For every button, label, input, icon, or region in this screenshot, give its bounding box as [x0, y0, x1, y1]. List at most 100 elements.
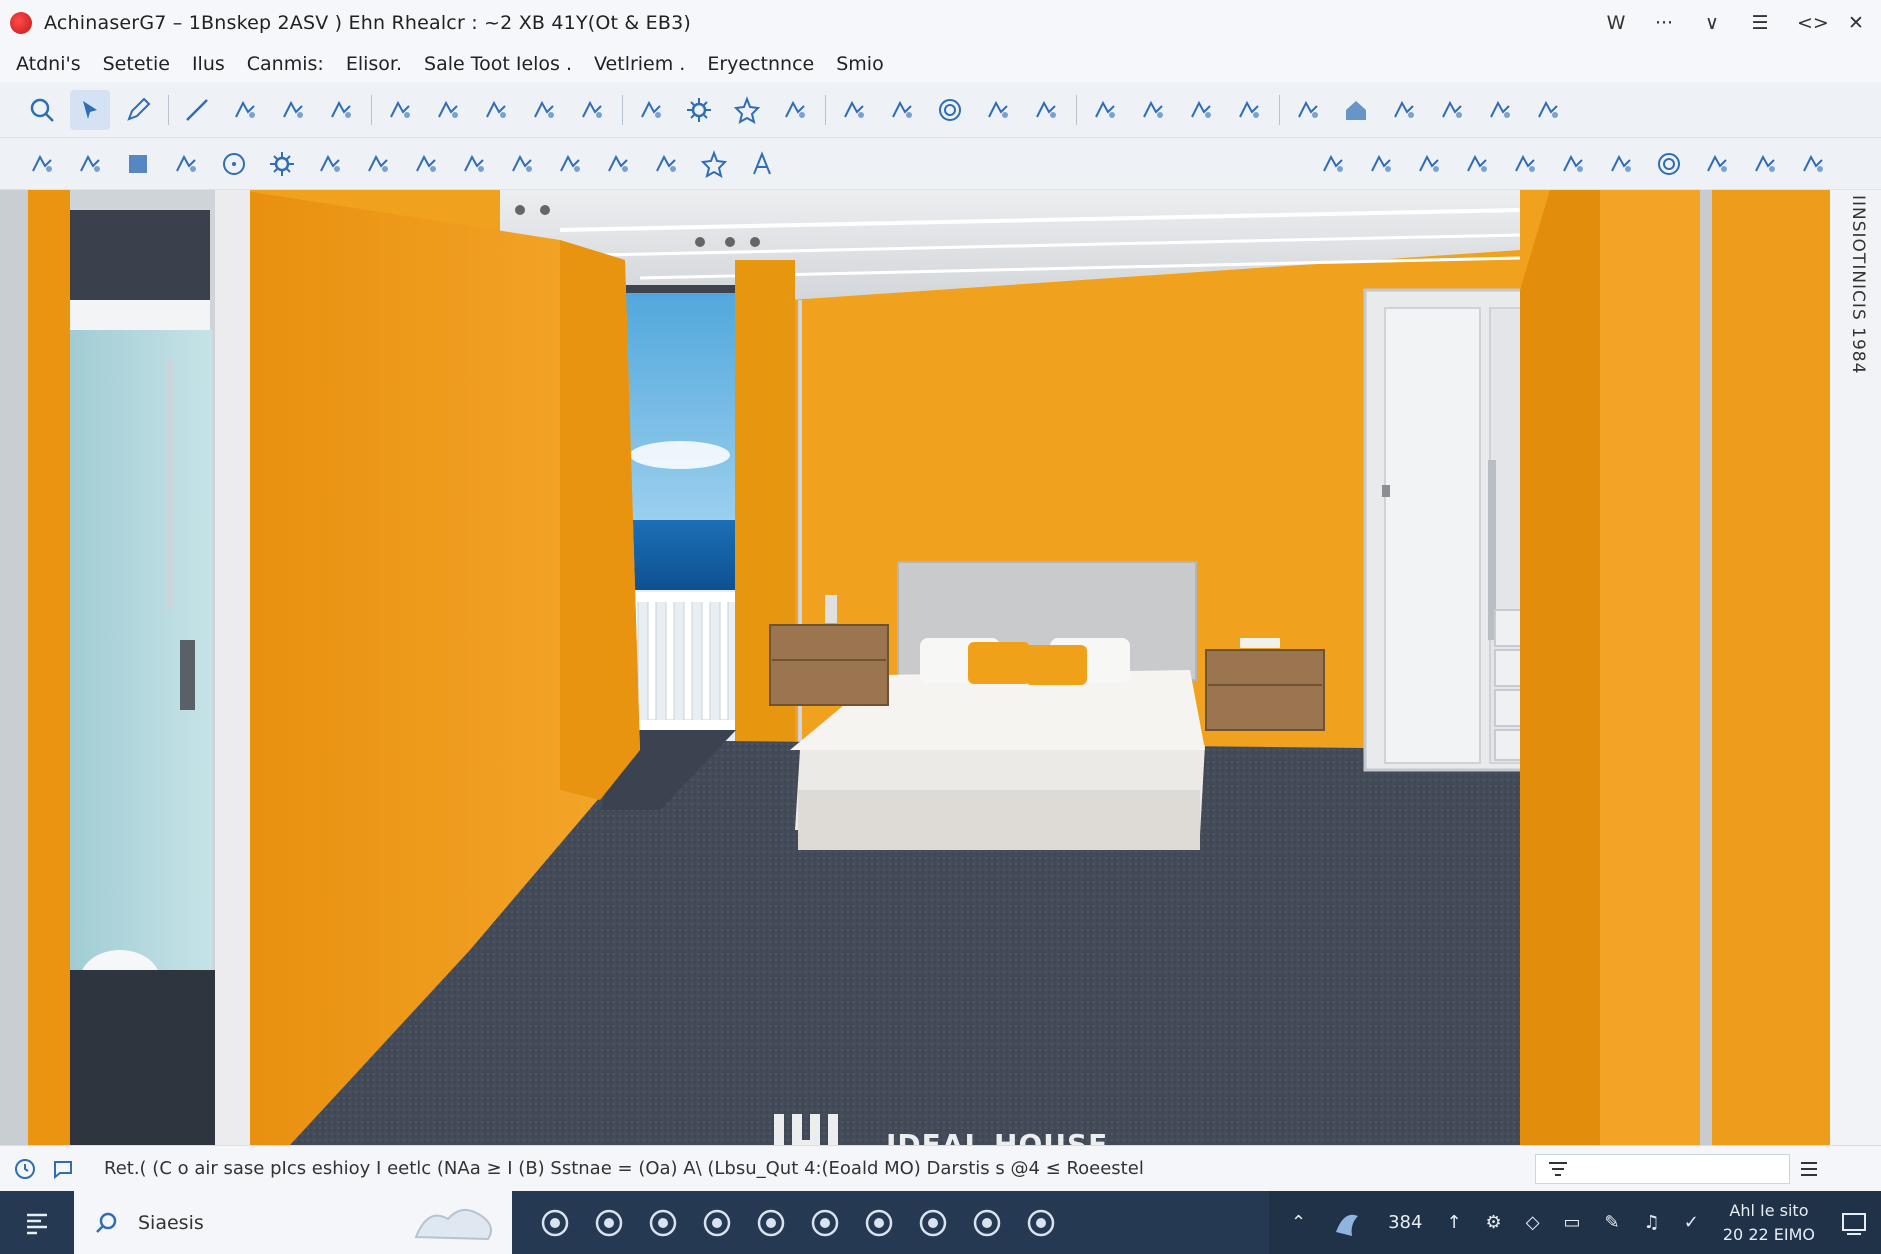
- clock-icon[interactable]: [12, 1156, 38, 1182]
- pin-tool-button[interactable]: [631, 90, 671, 130]
- text-tool-button[interactable]: [742, 144, 782, 184]
- snap-tool-button[interactable]: [1601, 144, 1641, 184]
- section-tool-button[interactable]: [454, 144, 494, 184]
- frame-tool-button[interactable]: [524, 90, 564, 130]
- magnify-tool-button[interactable]: [834, 90, 874, 130]
- folder-app-icon[interactable]: [744, 1191, 798, 1254]
- pen-tool-button[interactable]: [1026, 90, 1066, 130]
- browser-app-icon[interactable]: [636, 1191, 690, 1254]
- loop-app-icon[interactable]: [960, 1191, 1014, 1254]
- tray-app-icon[interactable]: [1330, 1191, 1364, 1254]
- chrome-app-icon[interactable]: [690, 1191, 744, 1254]
- tray-settings-icon[interactable]: ⚙: [1486, 1191, 1502, 1254]
- help-icon[interactable]: W: [1605, 12, 1627, 34]
- hatch-tool-button[interactable]: [166, 144, 206, 184]
- camera-tool-button[interactable]: [1133, 90, 1173, 130]
- tray-window-icon[interactable]: ▭: [1564, 1191, 1581, 1254]
- status-menu-icon[interactable]: [1795, 1156, 1823, 1182]
- tray-up-arrow-icon[interactable]: ⌃: [1291, 1191, 1306, 1254]
- star-tool-button[interactable]: [694, 144, 734, 184]
- window-tool-button[interactable]: [1288, 90, 1328, 130]
- restore-icon[interactable]: <>: [1797, 12, 1829, 34]
- target-tool-button[interactable]: [930, 90, 970, 130]
- menu-item-5[interactable]: Elisor.: [346, 53, 402, 75]
- spline-tool-button[interactable]: [310, 144, 350, 184]
- house-tool-button[interactable]: [1336, 90, 1376, 130]
- rotate-tool-button[interactable]: [380, 90, 420, 130]
- gear-tool-button[interactable]: [679, 90, 719, 130]
- menu-item-8[interactable]: Eryectnnce: [707, 53, 814, 75]
- search-tool-button[interactable]: [1409, 144, 1449, 184]
- feather-app-icon[interactable]: [582, 1191, 636, 1254]
- measure-tool-button[interactable]: [70, 144, 110, 184]
- star-tool-button[interactable]: [727, 90, 767, 130]
- arrow-tool-button[interactable]: [406, 144, 446, 184]
- scissors-tool-button[interactable]: [1085, 90, 1125, 130]
- heart-tool-button[interactable]: [358, 144, 398, 184]
- move-tool-button[interactable]: [428, 90, 468, 130]
- taskbar-search[interactable]: Siaesis: [74, 1191, 512, 1254]
- stair-tool-button[interactable]: [1181, 90, 1221, 130]
- box-tool-button[interactable]: [273, 90, 313, 130]
- tray-arrow-icon[interactable]: ↑: [1446, 1191, 1461, 1254]
- square-tool-button[interactable]: [118, 144, 158, 184]
- tray-volume-icon[interactable]: ♫: [1644, 1191, 1660, 1254]
- tray-check-icon[interactable]: ✓: [1684, 1191, 1699, 1254]
- cloud-tool-button[interactable]: [550, 144, 590, 184]
- pencil-tool-button[interactable]: [118, 90, 158, 130]
- tools-tool-button[interactable]: [978, 90, 1018, 130]
- menu-item-1[interactable]: Atdni's: [16, 53, 81, 75]
- shape-tool-button[interactable]: [321, 90, 361, 130]
- photos-app-icon[interactable]: [528, 1191, 582, 1254]
- curtain-tool-button[interactable]: [1229, 90, 1269, 130]
- render-tool-button[interactable]: [1793, 144, 1833, 184]
- move-tool-button[interactable]: [1313, 144, 1353, 184]
- hand-tool-button[interactable]: [775, 90, 815, 130]
- edge-app-icon[interactable]: [906, 1191, 960, 1254]
- cut-tool-button[interactable]: [882, 90, 922, 130]
- menu-item-7[interactable]: Vetlriem .: [594, 53, 685, 75]
- 3d-viewport[interactable]: [0, 190, 1830, 1145]
- ruler-tool-button[interactable]: [22, 144, 62, 184]
- cross-tool-button[interactable]: [1505, 144, 1545, 184]
- pen-tool-button[interactable]: [598, 144, 638, 184]
- brush-tool-button[interactable]: [1361, 144, 1401, 184]
- menu-item-9[interactable]: Smio: [836, 53, 883, 75]
- more-icon[interactable]: ···: [1653, 12, 1675, 34]
- lasso-tool-button[interactable]: [502, 144, 542, 184]
- roof-tool-button[interactable]: [572, 90, 612, 130]
- minimize-icon[interactable]: ∨: [1701, 12, 1723, 34]
- chat-icon[interactable]: [50, 1156, 76, 1182]
- start-menu-icon[interactable]: [0, 1191, 74, 1254]
- files-app-icon[interactable]: [798, 1191, 852, 1254]
- notification-icon[interactable]: [1839, 1191, 1869, 1254]
- close-icon[interactable]: ✕: [1845, 12, 1867, 34]
- cabinet-tool-button[interactable]: [1432, 90, 1472, 130]
- menu-item-6[interactable]: Sale Toot Ielos .: [424, 53, 572, 75]
- sync-app-icon[interactable]: [1014, 1191, 1068, 1254]
- polyline-tool-button[interactable]: [225, 90, 265, 130]
- zoom-tool-button[interactable]: [22, 90, 62, 130]
- block-tool-button[interactable]: [1528, 90, 1568, 130]
- menu-item-4[interactable]: Canmis:: [247, 53, 324, 75]
- orbit-tool-button[interactable]: [1553, 144, 1593, 184]
- refresh-tool-button[interactable]: [476, 90, 516, 130]
- system-clock[interactable]: Ahl Ie sito 20 22 EIMO: [1723, 1199, 1815, 1247]
- tray-pen-icon[interactable]: ✎: [1605, 1191, 1620, 1254]
- person-tool-button[interactable]: [1697, 144, 1737, 184]
- status-search-field[interactable]: [1535, 1154, 1790, 1184]
- settings-app-icon[interactable]: [852, 1191, 906, 1254]
- circle-tool-button[interactable]: [214, 144, 254, 184]
- column-tool-button[interactable]: [1384, 90, 1424, 130]
- layer-tool-button[interactable]: [1457, 144, 1497, 184]
- dimension-tool-button[interactable]: [646, 144, 686, 184]
- select-tool-button[interactable]: [70, 89, 110, 130]
- line-tool-button[interactable]: [177, 90, 217, 130]
- menu-item-2[interactable]: Setetie: [103, 53, 170, 75]
- gear-tool-button[interactable]: [262, 144, 302, 184]
- menu-item-3[interactable]: Ilus: [192, 53, 225, 75]
- tray-network-icon[interactable]: ◇: [1526, 1191, 1540, 1254]
- panel-tool-button[interactable]: [1745, 144, 1785, 184]
- wall-tool-button[interactable]: [1480, 90, 1520, 130]
- target-tool-button[interactable]: [1649, 144, 1689, 184]
